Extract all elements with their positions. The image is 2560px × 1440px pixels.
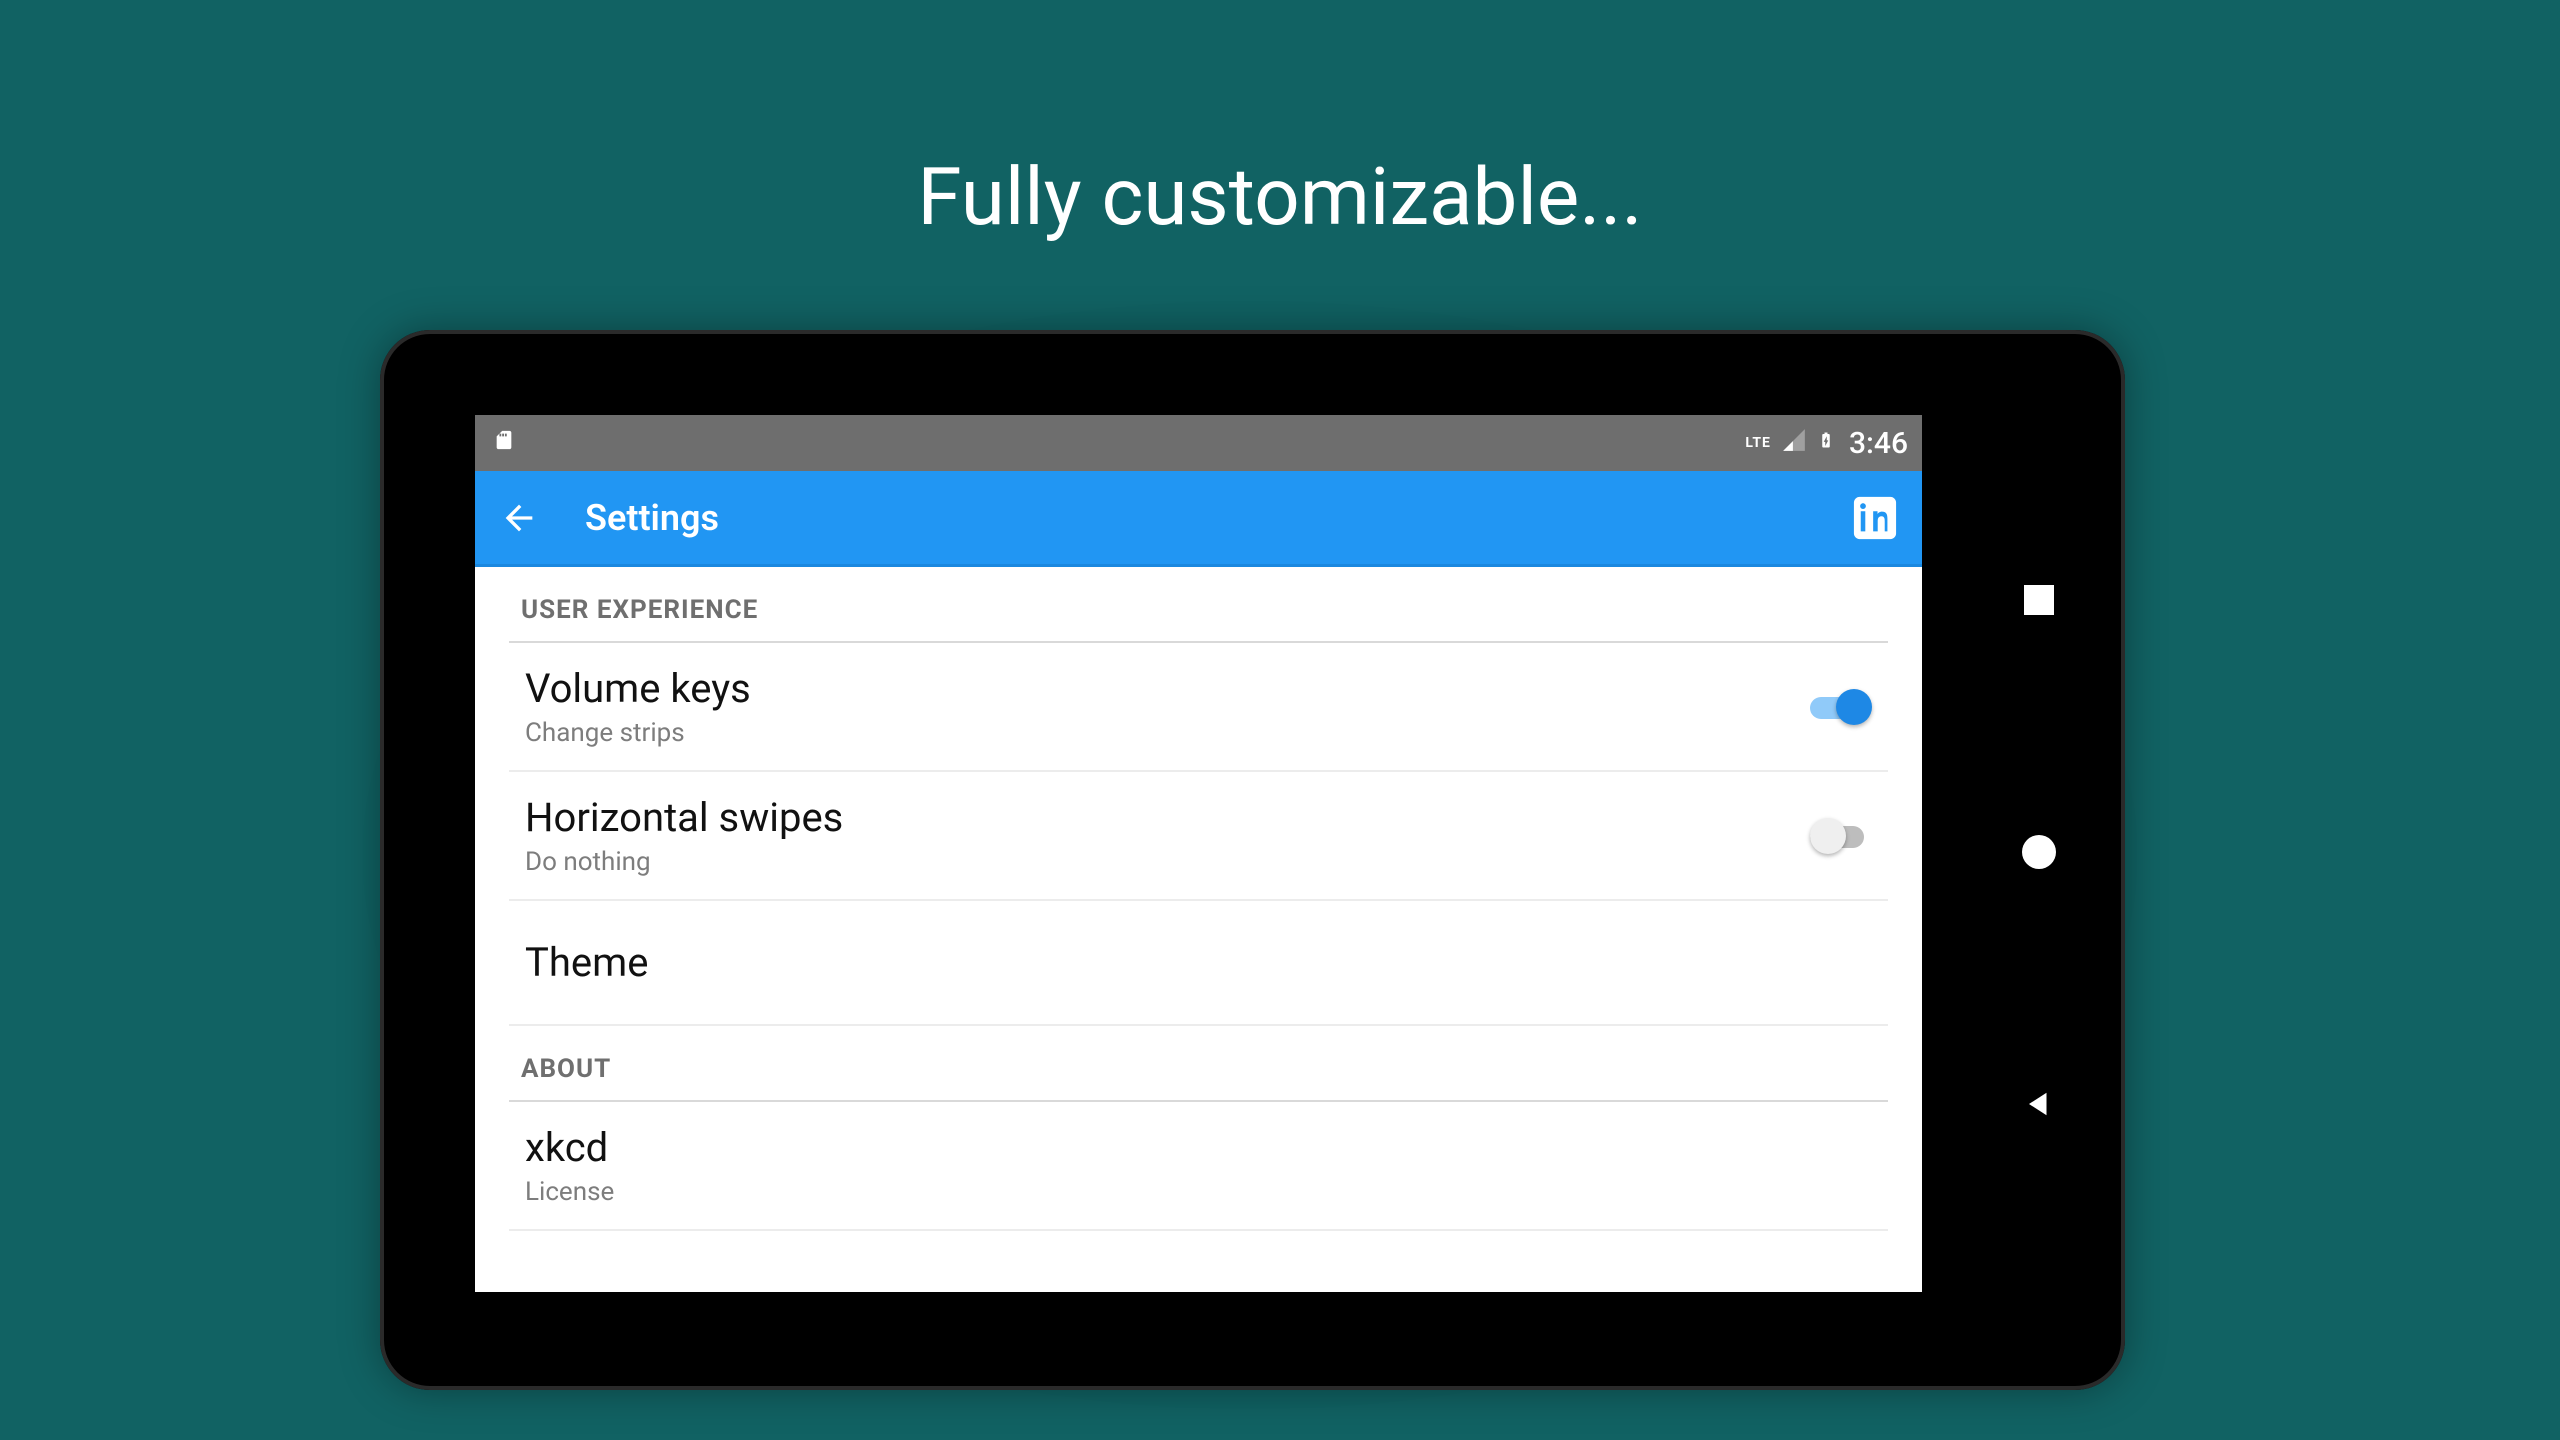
back-button[interactable]: [499, 498, 539, 538]
status-bar-clock: 3:46: [1849, 426, 1908, 461]
android-nav-bar: [2009, 415, 2069, 1292]
sdcard-icon: [493, 426, 515, 461]
arrow-back-icon: [499, 498, 539, 538]
pref-subtitle: License: [525, 1177, 1872, 1207]
android-status-bar: LTE 3:46: [475, 415, 1922, 471]
linkedin-icon: [1852, 495, 1898, 541]
toggle-horizontal-swipes[interactable]: [1810, 818, 1872, 854]
nav-home-button[interactable]: [2022, 835, 2056, 869]
toggle-volume-keys[interactable]: [1810, 689, 1872, 725]
pref-title: Volume keys: [525, 665, 1810, 712]
signal-icon: [1781, 427, 1807, 460]
appbar-title: Settings: [585, 497, 719, 539]
pref-horizontal-swipes[interactable]: Horizontal swipes Do nothing: [509, 772, 1888, 901]
pref-title: Theme: [525, 923, 1872, 1002]
pref-volume-keys[interactable]: Volume keys Change strips: [509, 643, 1888, 772]
tablet-screen: LTE 3:46 Settings: [475, 415, 1922, 1292]
nav-recent-button[interactable]: [2024, 585, 2054, 615]
settings-list[interactable]: USER EXPERIENCE Volume keys Change strip…: [475, 567, 1922, 1292]
pref-subtitle: Do nothing: [525, 847, 1810, 877]
network-type-label: LTE: [1745, 438, 1771, 448]
pref-title: Horizontal swipes: [525, 794, 1810, 841]
battery-charging-icon: [1817, 426, 1835, 461]
section-header-user-experience: USER EXPERIENCE: [509, 567, 1888, 643]
pref-subtitle: Change strips: [525, 718, 1810, 748]
promo-headline: Fully customizable...: [917, 150, 1642, 244]
nav-back-button[interactable]: [2024, 1089, 2054, 1123]
triangle-back-icon: [2024, 1089, 2054, 1119]
app-bar: Settings: [475, 471, 1922, 567]
pref-title: xkcd: [525, 1124, 1872, 1171]
linkedin-button[interactable]: [1852, 495, 1898, 541]
tablet-frame: LTE 3:46 Settings: [380, 330, 2125, 1390]
pref-xkcd[interactable]: xkcd License: [509, 1102, 1888, 1231]
pref-theme[interactable]: Theme: [509, 901, 1888, 1026]
section-header-about: ABOUT: [509, 1026, 1888, 1102]
